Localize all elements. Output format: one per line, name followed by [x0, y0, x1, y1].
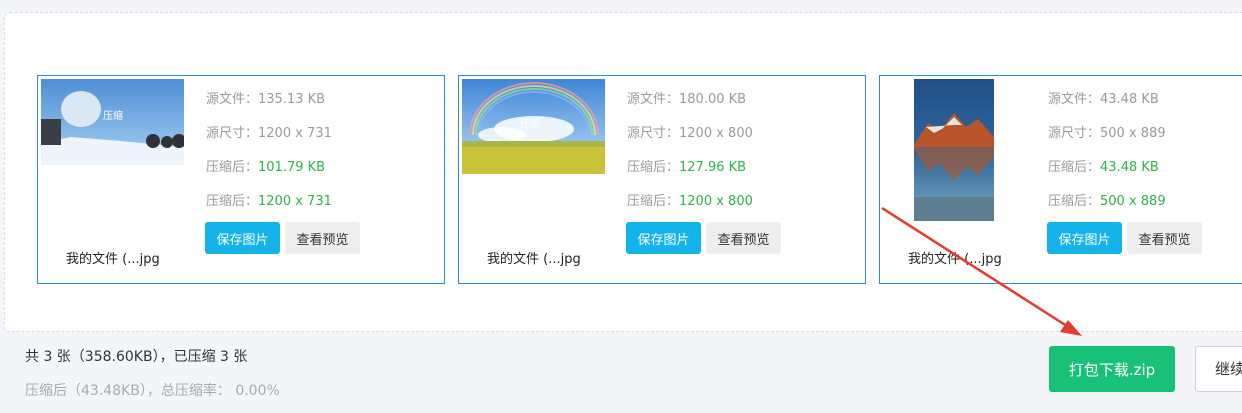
save-image-button[interactable]: 保存图片 [1047, 222, 1122, 254]
compressed-dimensions-label: 压缩后： [1048, 194, 1101, 209]
source-size: 源文件：43.48 KB [1048, 92, 1159, 107]
compressed-size-value: 101.79 KB [258, 160, 326, 175]
file-name: 我的文件 (...jpg [908, 252, 1002, 267]
compressed-size-label: 压缩后： [627, 160, 680, 175]
compressed-dimensions-value: 1200 x 800 [679, 194, 753, 209]
view-preview-button[interactable]: 查看预览 [285, 222, 360, 254]
source-size: 源文件：180.00 KB [627, 92, 747, 107]
image-card: 压缩 源文件：180.00 KB 源尺寸：1200 x 800 压缩后：127.… [458, 75, 866, 284]
compression-summary: 共 3 张（358.60KB），已压缩 3 张 [25, 349, 248, 365]
compressed-dimensions-label: 压缩后： [627, 194, 680, 209]
image-info: 源文件：43.48 KB 源尺寸：500 x 889 压缩后：43.48 KB … [1048, 93, 1166, 229]
image-thumbnail[interactable]: 压缩 [462, 79, 605, 174]
compressed-size-value: 127.96 KB [679, 160, 747, 175]
continue-button[interactable]: 继续 [1195, 346, 1242, 392]
image-thumbnail[interactable]: 压缩 [41, 79, 184, 165]
image-thumbnail[interactable] [914, 79, 994, 221]
image-card: 压缩 源文件：135.13 KB 源尺寸：1200 x 731 压缩后：101.… [37, 75, 445, 284]
image-info: 源文件：135.13 KB 源尺寸：1200 x 731 压缩后：101.79 … [206, 93, 332, 229]
source-dimensions: 源尺寸：1200 x 800 [627, 126, 753, 141]
thumbnail-watermark: 压缩 [520, 117, 540, 130]
source-dimensions: 源尺寸：500 x 889 [1048, 126, 1166, 141]
compression-ratio: 压缩后（43.48KB），总压缩率： 0.00% [25, 383, 280, 399]
image-drop-zone: 压缩 源文件：135.13 KB 源尺寸：1200 x 731 压缩后：101.… [4, 12, 1242, 332]
save-image-button[interactable]: 保存图片 [626, 222, 701, 254]
compressed-size-label: 压缩后： [1048, 160, 1101, 175]
image-card: 源文件：43.48 KB 源尺寸：500 x 889 压缩后：43.48 KB … [879, 75, 1242, 284]
file-name: 我的文件 (...jpg [66, 252, 160, 267]
image-info: 源文件：180.00 KB 源尺寸：1200 x 800 压缩后：127.96 … [627, 93, 753, 229]
source-size: 源文件：135.13 KB [206, 92, 326, 107]
thumbnail-watermark: 压缩 [103, 109, 123, 122]
view-preview-button[interactable]: 查看预览 [706, 222, 781, 254]
compressed-size-value: 43.48 KB [1100, 160, 1159, 175]
compressed-size: 压缩后：101.79 KB [206, 161, 332, 195]
compressed-dimensions-value: 500 x 889 [1100, 194, 1166, 209]
save-image-button[interactable]: 保存图片 [205, 222, 280, 254]
source-dimensions: 源尺寸：1200 x 731 [206, 126, 332, 141]
compressed-dimensions-label: 压缩后： [206, 194, 259, 209]
compressed-dimensions-value: 1200 x 731 [258, 194, 332, 209]
compressed-size: 压缩后：43.48 KB [1048, 161, 1166, 195]
file-name: 我的文件 (...jpg [487, 252, 581, 267]
compressed-size-label: 压缩后： [206, 160, 259, 175]
compressed-size: 压缩后：127.96 KB [627, 161, 753, 195]
view-preview-button[interactable]: 查看预览 [1127, 222, 1202, 254]
download-zip-button[interactable]: 打包下载.zip [1049, 346, 1175, 392]
